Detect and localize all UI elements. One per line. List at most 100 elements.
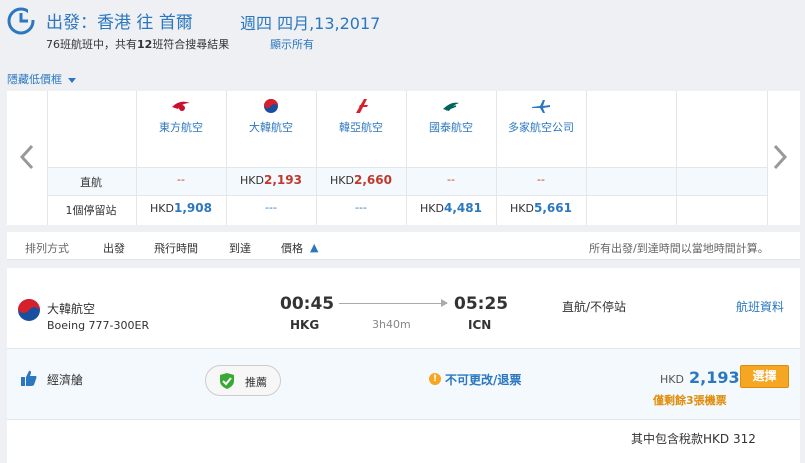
sort-bar: 排列方式 出發 飛行時間 到達 價格 ▲ 所有出發/到達時間以當地時間計算。 <box>7 232 800 260</box>
flight-arrow-icon <box>441 299 448 307</box>
sort-by-departure[interactable]: 出發 <box>103 240 125 256</box>
lowfare-matrix: 東方航空 大韓航空 韓亞航空 國泰航空 多家航空公司 直航 -- HKD2,19… <box>7 91 800 225</box>
chevron-left-icon <box>19 144 34 170</box>
sort-by-duration[interactable]: 飛行時間 <box>154 240 198 256</box>
airline-name: 大韓航空 <box>249 121 293 134</box>
fare-rule-link[interactable]: 不可更改/退票 <box>445 371 521 388</box>
arrival-airport: ICN <box>468 318 492 332</box>
destination-city: 首爾 <box>158 13 193 33</box>
matrix-divider <box>586 91 587 225</box>
cell-amount: 2,660 <box>354 173 392 187</box>
flight-summary: 大韓航空 Boeing 777-300ER 00:45 05:25 HKG 3h… <box>7 268 800 348</box>
origin-city: 香港 <box>97 13 131 33</box>
cabin-class: 經濟艙 <box>47 373 84 387</box>
results-suffix: 班符合搜尋結果 <box>152 38 230 51</box>
flight-duration: 3h40m <box>372 318 411 331</box>
matrix-cell[interactable]: -- <box>136 173 226 186</box>
matrix-row-label: 直航 <box>80 176 102 189</box>
sort-by-arrival[interactable]: 到達 <box>229 240 251 256</box>
matrix-divider <box>676 91 677 225</box>
price-currency: HKD <box>660 373 684 386</box>
price-amount: 2,193 <box>689 368 740 387</box>
airline-name: 多家航空公司 <box>508 121 574 134</box>
matrix-airline-cathay[interactable]: 國泰航空 <box>406 97 496 135</box>
matrix-cell[interactable]: HKD5,661 <box>496 201 586 215</box>
recommend-label: 推薦 <box>245 376 267 389</box>
matrix-airline-asiana[interactable]: 韓亞航空 <box>316 97 406 135</box>
matrix-row-label: 1個停留站 <box>65 204 117 217</box>
depart-label: 出發： <box>46 13 97 33</box>
hide-lowfare-toggle[interactable]: 隱藏低價框 <box>7 71 76 87</box>
korean-air-icon <box>264 99 278 113</box>
chevron-right-icon <box>773 144 788 170</box>
fare-row: 經濟艙 推薦 ! 不可更改/退票 HKD 2,193 選擇 僅剩餘3張機票 <box>7 348 800 420</box>
cell-amount: -- <box>447 173 455 186</box>
cell-amount: --- <box>355 201 367 214</box>
cell-amount: -- <box>177 173 185 186</box>
caret-down-icon <box>68 77 76 83</box>
sort-label: 排列方式 <box>25 242 69 255</box>
matrix-cell[interactable]: HKD1,908 <box>136 201 226 215</box>
select-button[interactable]: 選擇 <box>740 365 789 388</box>
search-header: 出發：香港 往 首爾 週四 四月,13,2017 76班航班中，共有12班符合搜… <box>0 0 805 62</box>
results-summary: 76班航班中，共有12班符合搜尋結果 <box>46 36 229 52</box>
hide-lowfare-label: 隱藏低價框 <box>7 73 62 86</box>
local-time-note: 所有出發/到達時間以當地時間計算。 <box>589 242 769 255</box>
cell-amount: 1,908 <box>174 201 212 215</box>
flight-card: 大韓航空 Boeing 777-300ER 00:45 05:25 HKG 3h… <box>7 268 800 463</box>
cell-amount: 4,481 <box>444 201 482 215</box>
cell-currency: HKD <box>420 202 444 215</box>
matrix-cell[interactable]: HKD2,193 <box>226 173 316 187</box>
flight-airline: 大韓航空 <box>47 302 96 316</box>
matrix-airline-korean-air[interactable]: 大韓航空 <box>226 97 316 135</box>
results-count: 12 <box>137 38 153 51</box>
recommend-badge: 推薦 <box>205 365 281 396</box>
sort-ascending-icon: ▲ <box>310 241 319 254</box>
matrix-cell[interactable]: --- <box>226 201 316 214</box>
show-all-link[interactable]: 顯示所有 <box>270 36 314 52</box>
cell-currency: HKD <box>150 202 174 215</box>
departure-airport: HKG <box>290 318 320 332</box>
matrix-airline-multi[interactable]: 多家航空公司 <box>496 97 586 135</box>
matrix-next-button[interactable] <box>765 139 795 175</box>
matrix-cell[interactable]: --- <box>316 201 406 214</box>
matrix-airline-china-eastern[interactable]: 東方航空 <box>136 97 226 135</box>
thumbs-up-icon <box>21 370 37 386</box>
airline-name: 國泰航空 <box>429 121 473 134</box>
flight-path-line <box>339 303 447 304</box>
matrix-cell[interactable]: -- <box>496 173 586 186</box>
flight-details-link[interactable]: 航班資料 <box>736 298 784 315</box>
matrix-prev-button[interactable] <box>12 139 42 175</box>
airline-name: 東方航空 <box>159 121 203 134</box>
shield-check-icon <box>220 373 234 389</box>
airline-name: 韓亞航空 <box>339 121 383 134</box>
matrix-cell[interactable]: HKD2,660 <box>316 173 406 187</box>
cell-currency: HKD <box>330 174 354 187</box>
warning-icon: ! <box>429 373 441 385</box>
multi-airline-icon <box>532 100 550 113</box>
matrix-cell[interactable]: HKD4,481 <box>406 201 496 215</box>
departure-time: 00:45 <box>280 294 335 314</box>
arrival-time: 05:25 <box>454 294 509 314</box>
cell-amount: 2,193 <box>264 173 302 187</box>
cell-amount: -- <box>537 173 545 186</box>
cell-amount: 5,661 <box>534 201 572 215</box>
flight-aircraft: Boeing 777-300ER <box>47 319 150 332</box>
route-title: 出發：香港 往 首爾 <box>46 8 193 33</box>
cell-currency: HKD <box>510 202 534 215</box>
ctrip-logo-icon <box>7 7 36 35</box>
flight-stops: 直航/不停站 <box>562 300 627 314</box>
cell-currency: HKD <box>240 174 264 187</box>
to-word: 往 <box>136 13 154 33</box>
matrix-cell[interactable]: -- <box>406 173 496 186</box>
korean-air-icon <box>18 299 40 321</box>
cell-amount: --- <box>265 201 277 214</box>
cathay-icon <box>443 102 459 111</box>
sort-by-price[interactable]: 價格 <box>281 240 303 256</box>
matrix-divider <box>767 91 768 225</box>
tax-note: 其中包含稅款HKD 312 <box>631 432 756 446</box>
china-eastern-icon <box>172 101 190 111</box>
seats-left: 僅剩餘3張機票 <box>653 394 727 407</box>
results-prefix: 76班航班中，共有 <box>46 38 137 51</box>
travel-date: 週四 四月,13,2017 <box>240 14 381 33</box>
